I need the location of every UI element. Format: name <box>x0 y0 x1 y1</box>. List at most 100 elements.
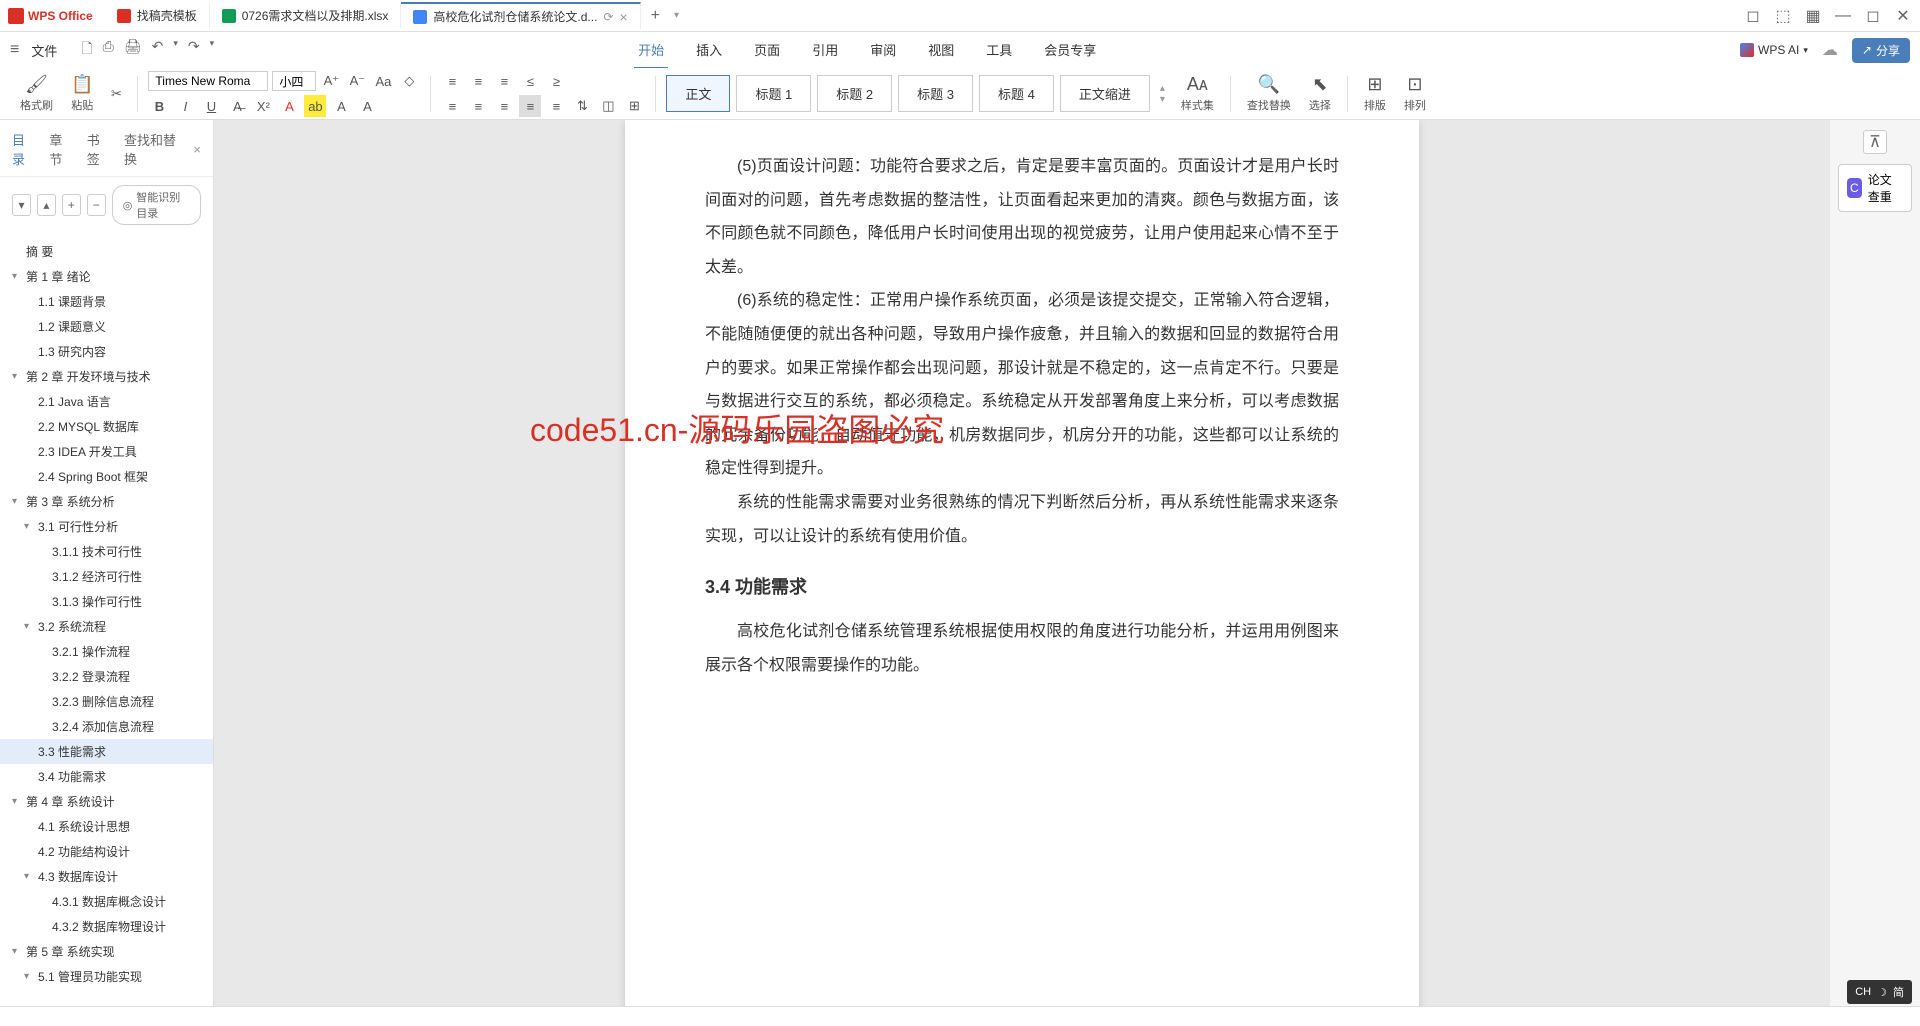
style-h2[interactable]: 标题 2 <box>817 75 892 112</box>
outline-item[interactable]: 1.2 课题意义 <box>0 314 213 339</box>
text-color-button[interactable]: A <box>330 95 352 117</box>
outline-item[interactable]: 3.2.4 添加信息流程 <box>0 714 213 739</box>
outline-item[interactable]: ▾第 2 章 开发环境与技术 <box>0 364 213 389</box>
line-spacing-icon[interactable]: ⇅ <box>571 95 593 117</box>
menu-tab-start[interactable]: 开始 <box>634 32 668 69</box>
paste-group[interactable]: 📋 粘贴 <box>65 74 99 113</box>
chevron-down-icon[interactable]: ▾ <box>24 871 34 882</box>
expand-button[interactable]: ▴ <box>37 194 56 216</box>
add-button[interactable]: + <box>62 194 81 216</box>
shading-icon[interactable]: ◫ <box>597 95 619 117</box>
chevron-down-icon[interactable]: ▾ <box>24 971 34 982</box>
style-h1[interactable]: 标题 1 <box>736 75 811 112</box>
outline-item[interactable]: 摘 要 <box>0 239 213 264</box>
share-button[interactable]: ↗ 分享 <box>1852 38 1910 63</box>
chevron-down-icon[interactable]: ▾ <box>12 796 22 807</box>
cut-icon[interactable]: ✂ <box>105 83 127 105</box>
paragraph[interactable]: 系统的性能需求需要对业务很熟练的情况下判断然后分析，再从系统性能需求来逐条实现，… <box>705 486 1339 553</box>
align-justify-icon[interactable]: ≡ <box>519 95 541 117</box>
redo-icon[interactable]: ↷ <box>188 38 200 62</box>
distribute-icon[interactable]: ≡ <box>545 95 567 117</box>
sidebar-tab-bookmark[interactable]: 书签 <box>87 130 108 168</box>
outline-item[interactable]: 1.1 课题背景 <box>0 289 213 314</box>
style-h3[interactable]: 标题 3 <box>898 75 973 112</box>
document-area[interactable]: (5)页面设计问题：功能符合要求之后，肯定是要丰富页面的。页面设计才是用户长时间… <box>214 120 1830 1006</box>
outline-item[interactable]: ▾3.1 可行性分析 <box>0 514 213 539</box>
outline-item[interactable]: 4.2 功能结构设计 <box>0 839 213 864</box>
cloud-icon[interactable]: ☁ <box>1822 40 1838 60</box>
style-indent[interactable]: 正文缩进 <box>1060 75 1150 112</box>
outline-item[interactable]: ▾3.2 系统流程 <box>0 614 213 639</box>
underline-button[interactable]: U <box>200 95 222 117</box>
outline-item[interactable]: ▾第 5 章 系统实现 <box>0 939 213 964</box>
italic-button[interactable]: I <box>174 95 196 117</box>
outline-item[interactable]: ▾第 3 章 系统分析 <box>0 489 213 514</box>
document-content[interactable]: (5)页面设计问题：功能符合要求之后，肯定是要丰富页面的。页面设计才是用户长时间… <box>705 150 1339 682</box>
outline-item[interactable]: 2.1 Java 语言 <box>0 389 213 414</box>
chevron-down-icon[interactable]: ▾ <box>24 521 34 532</box>
remove-button[interactable]: − <box>87 194 106 216</box>
superscript-button[interactable]: X² <box>252 95 274 117</box>
menu-tab-member[interactable]: 会员专享 <box>1040 32 1100 69</box>
cube-icon[interactable]: ⬚ <box>1774 7 1792 25</box>
apps-icon[interactable]: ▦ <box>1804 7 1822 25</box>
chevron-down-icon[interactable]: ▾ <box>24 621 34 632</box>
print-preview-icon[interactable]: 🖨 <box>124 38 142 62</box>
collapse-icon[interactable]: ⊼ <box>1863 130 1887 154</box>
format-painter-group[interactable]: 🖌 格式刷 <box>14 74 59 113</box>
char-border-button[interactable]: A <box>356 95 378 117</box>
style-body[interactable]: 正文 <box>666 75 730 112</box>
hamburger-icon[interactable]: ≡ <box>10 41 19 59</box>
outline-item[interactable]: 3.1.2 经济可行性 <box>0 564 213 589</box>
sidebar-tab-find[interactable]: 查找和替换 <box>124 130 177 168</box>
outline-item[interactable]: 3.2.3 删除信息流程 <box>0 689 213 714</box>
size-select[interactable] <box>272 71 316 91</box>
close-button[interactable]: ✕ <box>1894 7 1912 25</box>
outline-item[interactable]: ▾4.3 数据库设计 <box>0 864 213 889</box>
outline-item[interactable]: 2.2 MYSQL 数据库 <box>0 414 213 439</box>
outline-item[interactable]: 3.3 性能需求 <box>0 739 213 764</box>
outline-item[interactable]: 4.3.1 数据库概念设计 <box>0 889 213 914</box>
outline-item[interactable]: ▾第 1 章 绪论 <box>0 264 213 289</box>
menu-tab-tools[interactable]: 工具 <box>982 32 1016 69</box>
collapse-button[interactable]: ▾ <box>12 194 31 216</box>
outline-item[interactable]: 3.2.1 操作流程 <box>0 639 213 664</box>
outline-item[interactable]: 3.2.2 登录流程 <box>0 664 213 689</box>
sidebar-tab-chapter[interactable]: 章节 <box>49 130 70 168</box>
add-tab-button[interactable]: + <box>641 7 670 25</box>
plagiarism-check-button[interactable]: C 论文查重 <box>1838 164 1912 212</box>
redo-dropdown-icon[interactable]: ▾ <box>210 38 215 62</box>
smart-toc-button[interactable]: ◎ 智能识别目录 <box>112 185 201 225</box>
bold-button[interactable]: B <box>148 95 170 117</box>
ime-indicator[interactable]: CH ☽ 简 <box>1847 980 1912 1004</box>
arrange-group[interactable]: ⊡ 排列 <box>1398 74 1432 113</box>
close-icon[interactable]: × <box>193 142 201 157</box>
paragraph[interactable]: (6)系统的稳定性：正常用户操作系统页面，必须是该提交提交，正常输入符合逻辑，不… <box>705 284 1339 486</box>
print-icon[interactable]: ⎙ <box>103 38 114 62</box>
increase-font-icon[interactable]: A⁺ <box>320 70 342 92</box>
style-h4[interactable]: 标题 4 <box>979 75 1054 112</box>
file-menu[interactable]: 文件 <box>31 41 57 60</box>
chevron-down-icon[interactable]: ▾ <box>12 496 22 507</box>
decrease-font-icon[interactable]: A⁻ <box>346 70 368 92</box>
multilevel-list-icon[interactable]: ≡ <box>493 70 515 92</box>
minimize-button[interactable]: — <box>1834 7 1852 25</box>
menu-tab-page[interactable]: 页面 <box>750 32 784 69</box>
heading[interactable]: 3.4 功能需求 <box>705 569 1339 607</box>
bullet-list-icon[interactable]: ≡ <box>441 70 463 92</box>
menu-tab-insert[interactable]: 插入 <box>692 32 726 69</box>
align-center-icon[interactable]: ≡ <box>467 95 489 117</box>
align-right-icon[interactable]: ≡ <box>493 95 515 117</box>
window-icon[interactable]: ◻ <box>1744 7 1762 25</box>
outline-item[interactable]: 1.3 研究内容 <box>0 339 213 364</box>
outline-item[interactable]: ▾第 4 章 系统设计 <box>0 789 213 814</box>
decrease-indent-icon[interactable]: ≤ <box>519 70 541 92</box>
paragraph[interactable]: (5)页面设计问题：功能符合要求之后，肯定是要丰富页面的。页面设计才是用户长时间… <box>705 150 1339 284</box>
highlight-button[interactable]: ab <box>304 95 326 117</box>
maximize-button[interactable]: ◻ <box>1864 7 1882 25</box>
outline-item[interactable]: 3.1.3 操作可行性 <box>0 589 213 614</box>
change-case-icon[interactable]: Aa <box>372 70 394 92</box>
tab-template[interactable]: 找稿壳模板 <box>105 3 210 28</box>
wps-ai-button[interactable]: WPS AI ▾ <box>1740 43 1808 57</box>
outline-item[interactable]: 4.3.2 数据库物理设计 <box>0 914 213 939</box>
